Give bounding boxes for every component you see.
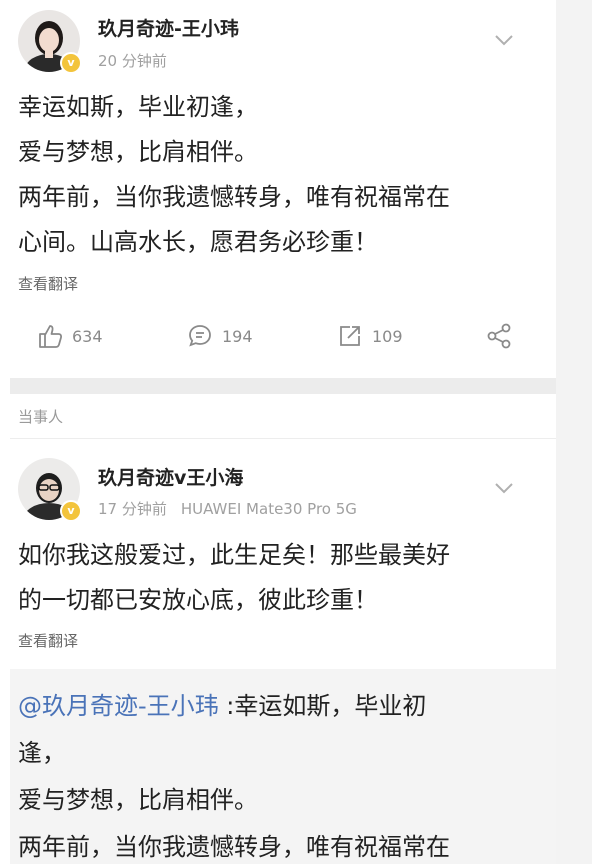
post-time: 17 分钟前 HUAWEI Mate30 Pro 5G [98,498,357,519]
post-line: 心间。山高水长，愿君务必珍重！ [18,228,378,256]
timestamp: 17 分钟前 [98,500,167,518]
comment-icon [189,325,211,347]
quoted-post-text: @玖月奇迹-王小玮 :幸运如斯，毕业初 逢， 爱与梦想，比肩相伴。 两年前，当你… [18,683,538,864]
post-line: 爱与梦想，比肩相伴。 [18,138,258,166]
translate-link[interactable]: 查看翻译 [18,273,78,294]
username[interactable]: 玖月奇迹-王小玮 [98,14,239,41]
like-button[interactable]: 634 [36,316,103,356]
feed-column: v 玖月奇迹-王小玮 20 分钟前 幸运如斯，毕业初逢， 爱与梦想，比肩相伴。 … [0,0,556,864]
repost-icon [340,326,360,346]
timestamp: 20 分钟前 [98,52,167,70]
post-body: 幸运如斯，毕业初逢， 爱与梦想，比肩相伴。 两年前，当你我遗憾转身，唯有祝福常在… [18,85,548,265]
username[interactable]: 玖月奇迹v王小海 [98,463,243,490]
chevron-down-icon[interactable] [494,482,514,494]
share-button[interactable] [486,316,522,356]
quote-line: 两年前，当你我遗憾转身，唯有祝福常在 [18,833,450,861]
section-label: 当事人 [18,408,64,426]
post-line: 幸运如斯，毕业初逢， [18,93,258,121]
translate-link[interactable]: 查看翻译 [18,630,78,651]
quote-line: :幸运如斯，毕业初 [218,692,427,720]
post-body: 如你我这般爱过，此生足矣！那些最美好 的一切都已安放心底，彼此珍重！ [18,533,548,623]
share-icon [487,323,511,349]
section-divider [10,378,556,394]
post-line: 两年前，当你我遗憾转身，唯有祝福常在 [18,183,450,211]
thumbs-up-icon [39,325,63,348]
comment-button[interactable]: 194 [186,316,253,356]
quote-line: 爱与梦想，比肩相伴。 [18,786,258,814]
chevron-down-icon[interactable] [494,34,514,46]
action-bar: 634 194 109 [0,316,556,356]
like-count: 634 [72,326,103,346]
device-label: HUAWEI Mate30 Pro 5G [180,500,357,518]
post-line: 如你我这般爱过，此生足矣！那些最美好 [18,541,450,569]
comment-count: 194 [222,326,253,346]
right-edge-strip [556,0,592,864]
divider-line [10,438,556,439]
post-time: 20 分钟前 [98,50,167,71]
repost-count: 109 [372,326,403,346]
quote-line: 逢， [18,739,66,767]
post-line: 的一切都已安放心底，彼此珍重！ [18,586,378,614]
verified-badge-icon: v [60,52,82,74]
repost-button[interactable]: 109 [336,316,403,356]
mention-link[interactable]: @玖月奇迹-王小玮 [18,692,219,720]
verified-badge-icon: v [60,500,82,522]
